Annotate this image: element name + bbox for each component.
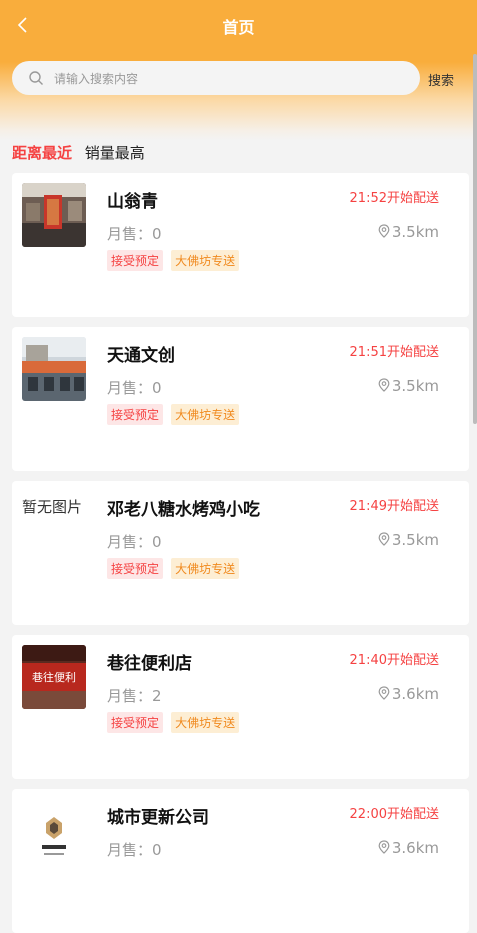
tag-delivery: 大佛坊专送 [171,250,240,271]
location-pin-icon [378,224,390,238]
top-bar: 首页 [0,0,477,52]
search-box[interactable] [12,61,420,97]
tag-reservation: 接受预定 [107,558,164,579]
store-thumbnail [22,183,86,247]
scrollbar[interactable] [473,54,477,424]
tag-list: 接受预定 大佛坊专送 [107,712,242,733]
distance: 3.6km [378,839,439,857]
tag-list: 接受预定 大佛坊专送 [107,404,242,425]
store-card[interactable]: 天通文创 21:51开始配送 月售：0 3.5km 接受预定 大佛坊专送 [12,327,469,471]
header-background: 首页 搜索 [0,0,477,140]
store-thumbnail [22,337,86,401]
store-name: 山翁青 [107,192,158,212]
store-name: 巷往便利店 [107,654,192,674]
location-pin-icon [378,686,390,700]
monthly-sales: 月售：0 [107,225,162,243]
tag-reservation: 接受预定 [107,404,164,425]
sort-tab-best-selling[interactable]: 销量最高 [85,142,145,163]
store-name: 邓老八糖水烤鸡小吃 [107,500,260,520]
location-pin-icon [378,378,390,392]
location-pin-icon [378,840,390,854]
sort-tabs: 距离最近 销量最高 [12,142,153,163]
distance-value: 3.6km [391,839,439,857]
store-name: 城市更新公司 [107,808,209,828]
tag-list: 接受预定 大佛坊专送 [107,250,242,271]
distance-value: 3.6km [391,685,439,703]
store-card[interactable]: 城市更新公司 22:00开始配送 月售：0 3.6km [12,789,469,933]
location-pin-icon [378,532,390,546]
store-card[interactable]: 暂无图片 邓老八糖水烤鸡小吃 21:49开始配送 月售：0 3.5km 接受预定… [12,481,469,625]
store-card[interactable]: 山翁青 21:52开始配送 月售：0 3.5km 接受预定 大佛坊专送 [12,173,469,317]
tag-reservation: 接受预定 [107,250,164,271]
monthly-sales: 月售：2 [107,687,162,705]
monthly-sales: 月售：0 [107,533,162,551]
tag-delivery: 大佛坊专送 [171,712,240,733]
tag-delivery: 大佛坊专送 [171,558,240,579]
search-button[interactable]: 搜索 [428,70,454,89]
search-icon [29,71,43,85]
tag-delivery: 大佛坊专送 [171,404,240,425]
store-name: 天通文创 [107,346,175,366]
shop-sign-text: 巷往便利 [32,670,76,684]
delivery-time: 21:40开始配送 [349,653,439,668]
distance: 3.5km [378,531,439,549]
distance: 3.6km [378,685,439,703]
monthly-sales: 月售：0 [107,379,162,397]
store-logo-thumbnail [22,807,86,871]
store-thumbnail: 巷往便利 [22,645,86,709]
tag-reservation: 接受预定 [107,712,164,733]
distance: 3.5km [378,223,439,241]
distance: 3.5km [378,377,439,395]
search-input[interactable] [52,61,406,97]
tag-list: 接受预定 大佛坊专送 [107,558,242,579]
sort-tab-nearest[interactable]: 距离最近 [12,142,72,163]
distance-value: 3.5km [391,531,439,549]
delivery-time: 22:00开始配送 [349,807,439,822]
no-image-placeholder: 暂无图片 [22,498,83,516]
distance-value: 3.5km [391,377,439,395]
store-card[interactable]: 巷往便利 巷往便利店 21:40开始配送 月售：2 3.6km 接受预定 大佛坊… [12,635,469,779]
page-title: 首页 [222,18,255,37]
distance-value: 3.5km [391,223,439,241]
delivery-time: 21:49开始配送 [349,499,439,514]
delivery-time: 21:51开始配送 [349,345,439,360]
delivery-time: 21:52开始配送 [349,191,439,206]
